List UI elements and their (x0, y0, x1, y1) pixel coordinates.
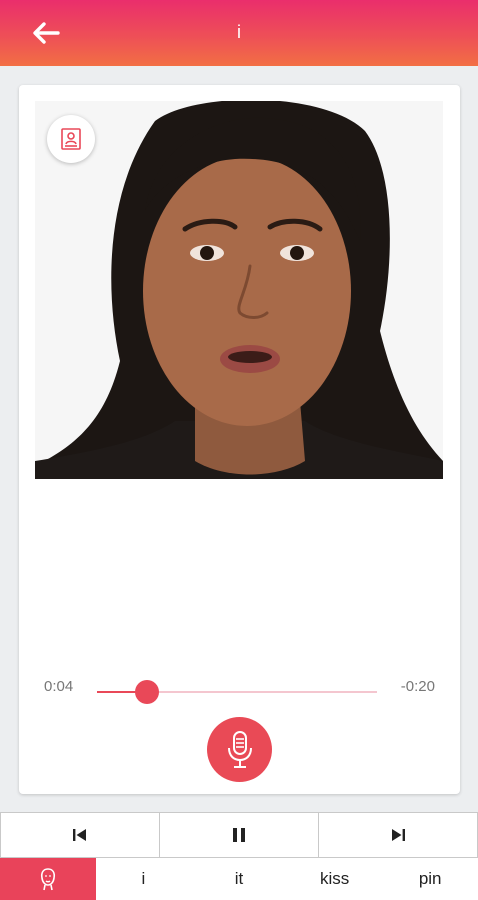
speaker-face-image (35, 101, 443, 479)
app-header: i (0, 0, 478, 66)
person-card-icon (61, 128, 81, 150)
slider-thumb[interactable] (135, 680, 160, 704)
pause-button[interactable] (159, 812, 319, 858)
next-button[interactable] (318, 812, 478, 858)
progress-slider[interactable] (97, 680, 377, 704)
remaining-time: -0:20 (400, 678, 435, 695)
skip-next-icon (392, 829, 405, 841)
tab-word-kiss[interactable]: kiss (287, 858, 383, 900)
profile-view-button[interactable] (47, 115, 95, 163)
record-button[interactable] (207, 717, 272, 782)
speaker-video[interactable] (35, 101, 443, 479)
microphone-icon (227, 730, 252, 768)
face-outline-icon (40, 868, 55, 891)
video-card: 0:04 -0:20 (19, 85, 460, 794)
tab-face-view[interactable] (0, 858, 96, 900)
pause-icon (233, 828, 245, 842)
previous-button[interactable] (0, 812, 160, 858)
skip-previous-icon (73, 829, 86, 841)
word-tab-bar: i it kiss pin (0, 858, 478, 900)
elapsed-time: 0:04 (44, 678, 74, 695)
page-title: i (237, 22, 241, 42)
tab-word-it[interactable]: it (191, 858, 287, 900)
playback-controls (0, 812, 478, 858)
tab-word-pin[interactable]: pin (382, 858, 478, 900)
tab-word-i[interactable]: i (96, 858, 192, 900)
